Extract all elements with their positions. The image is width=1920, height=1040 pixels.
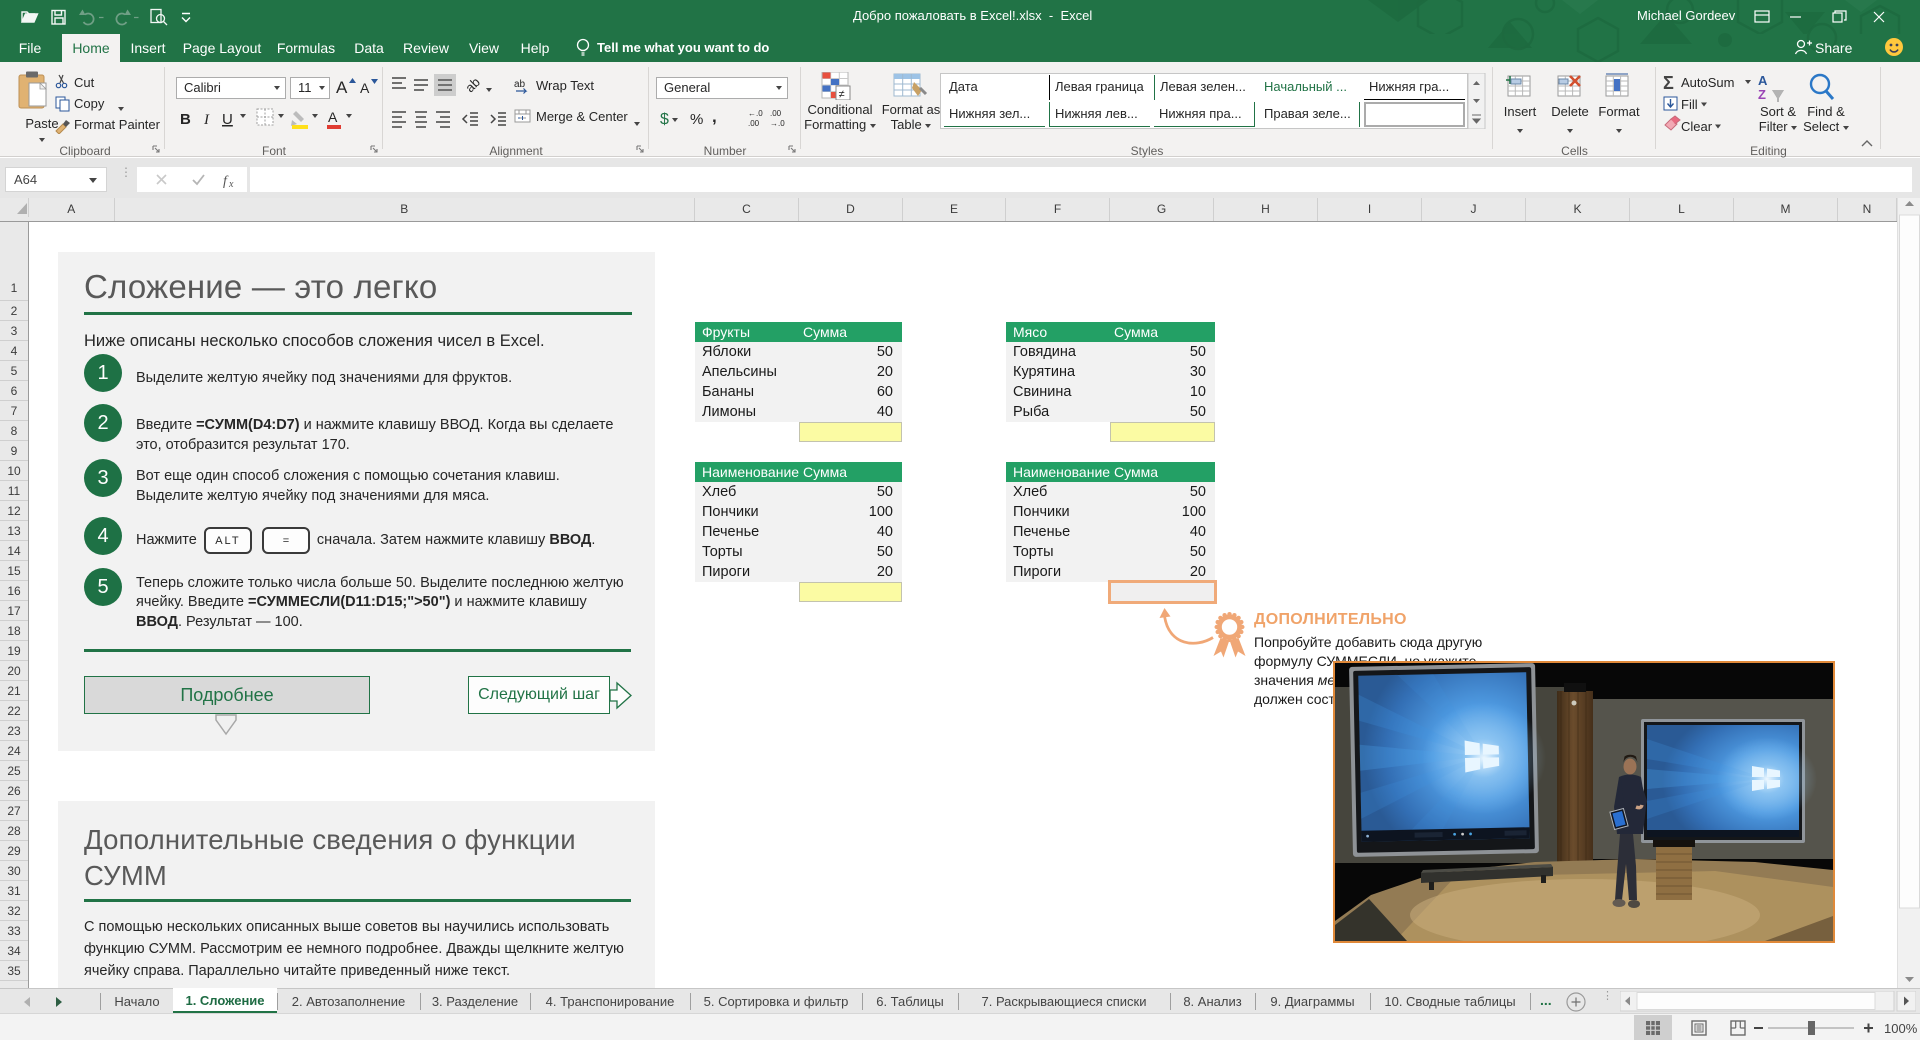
svg-text:A: A xyxy=(336,78,348,97)
svg-text:≠: ≠ xyxy=(839,89,845,101)
svg-text:ab: ab xyxy=(462,74,483,95)
svg-text:Σ: Σ xyxy=(1663,73,1674,93)
svg-text:B: B xyxy=(180,111,191,128)
svg-text:A: A xyxy=(360,80,370,96)
svg-text:A: A xyxy=(328,109,338,125)
svg-text:Clear: Clear xyxy=(1681,119,1713,134)
svg-text:.00: .00 xyxy=(770,109,782,118)
svg-text:A: A xyxy=(1758,73,1768,88)
svg-text:Fill: Fill xyxy=(1681,97,1698,112)
svg-text:AutoSum: AutoSum xyxy=(1681,75,1734,90)
svg-text:U: U xyxy=(222,111,233,128)
svg-text:→.0: →.0 xyxy=(770,119,785,128)
svg-text:%: % xyxy=(690,111,703,128)
svg-text:$: $ xyxy=(660,111,669,128)
svg-text:I: I xyxy=(203,112,210,128)
svg-text:x: x xyxy=(228,179,234,190)
svg-text:.00: .00 xyxy=(748,119,760,128)
svg-text:Z: Z xyxy=(1758,87,1766,102)
svg-text:←.0: ←.0 xyxy=(748,109,763,118)
svg-text:,: , xyxy=(712,107,717,126)
